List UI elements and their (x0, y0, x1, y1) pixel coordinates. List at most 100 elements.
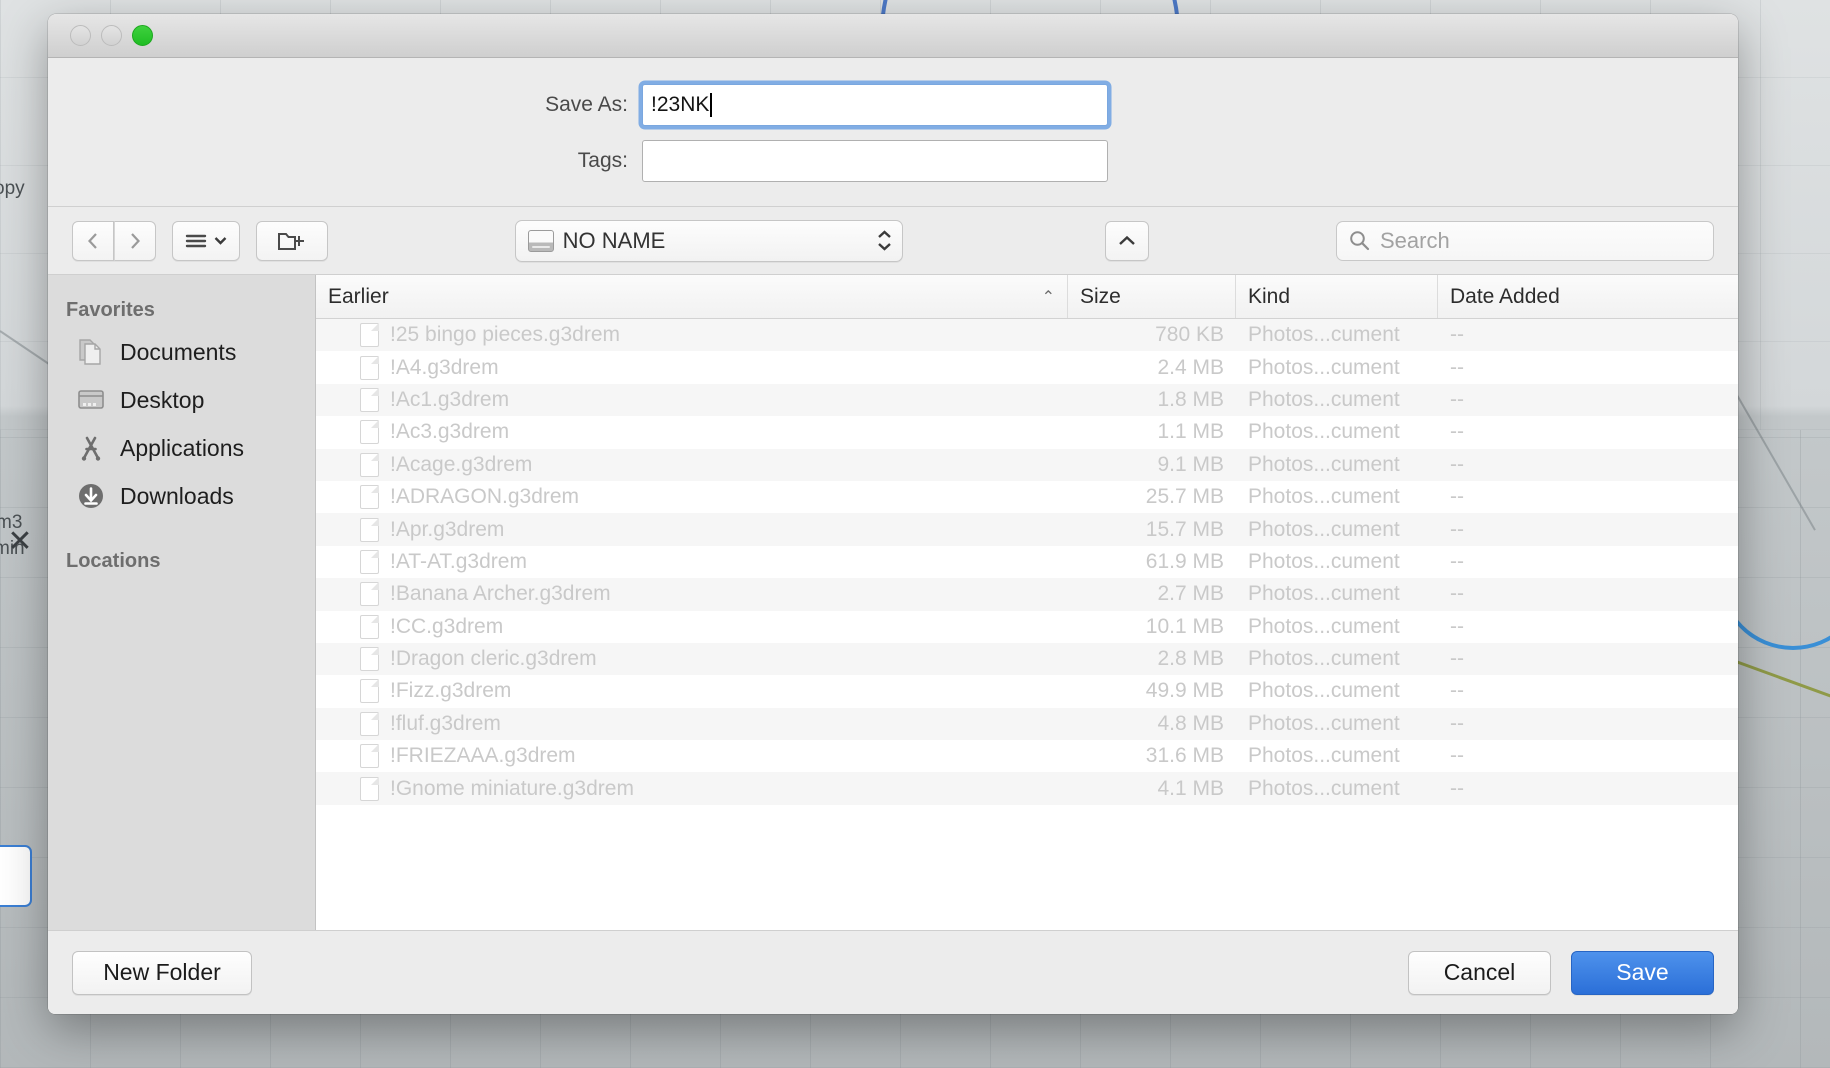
path-popup-button[interactable]: NO NAME (514, 219, 903, 262)
table-row[interactable]: !A4.g3drem 2.4 MB Photos...cument -- (316, 351, 1738, 383)
file-date-added: -- (1450, 452, 1464, 476)
table-row[interactable]: !Ac3.g3drem 1.1 MB Photos...cument -- (316, 416, 1738, 448)
path-popup-label: NO NAME (562, 227, 666, 253)
file-kind: Photos...cument (1248, 387, 1400, 411)
document-icon (360, 387, 379, 412)
file-kind: Photos...cument (1248, 582, 1400, 606)
host-fragment-text-0: opy (0, 178, 25, 199)
table-row[interactable]: !ADRAGON.g3drem 25.7 MB Photos...cument -- (316, 481, 1738, 513)
document-icon (360, 549, 379, 574)
file-size: 61.9 MB (1145, 549, 1224, 573)
save-button[interactable]: Save (1571, 950, 1714, 995)
table-row[interactable]: !Ac1.g3drem 1.8 MB Photos...cument -- (316, 383, 1738, 417)
cancel-button[interactable]: Cancel (1408, 950, 1551, 995)
dialog-body: Favorites Documents Desktop Applications… (48, 274, 1738, 930)
zoom-button[interactable] (132, 25, 153, 46)
file-list-rows: !25 bingo pieces.g3drem 780 KB Photos...cu… (316, 319, 1738, 930)
table-row[interactable]: !Dragon cleric.g3drem 2.8 MB Photos...cume… (316, 642, 1738, 676)
table-row[interactable]: !Banana Archer.g3drem 2.7 MB Photos...cume… (316, 578, 1738, 611)
table-row[interactable]: !25 bingo pieces.g3drem 780 KB Photos...cu… (316, 319, 1738, 352)
applications-icon (76, 433, 106, 463)
chevron-up-icon (1119, 235, 1136, 245)
file-size: 4.1 MB (1157, 776, 1224, 800)
sidebar-item-label: Desktop (120, 386, 205, 413)
table-row[interactable]: !Fizz.g3drem 49.9 MB Photos...cument -- (316, 675, 1738, 707)
table-row[interactable]: !CC.g3drem 10.1 MB Photos...cument -- (316, 611, 1738, 643)
column-header-kind[interactable]: Kind (1236, 275, 1438, 318)
search-placeholder: Search (1379, 227, 1450, 253)
file-name: !fluf.g3drem (390, 711, 501, 735)
file-name-cell: !AT-AT.g3drem (316, 549, 1068, 574)
host-button-fragment[interactable] (0, 845, 32, 907)
table-row[interactable]: !fluf.g3drem 4.8 MB Photos...cument -- (316, 707, 1738, 741)
chevron-right-icon (131, 232, 141, 249)
file-name: !ADRAGON.g3drem (390, 485, 580, 509)
new-folder-icon (278, 232, 304, 250)
sidebar-item-label: Documents (120, 338, 237, 365)
file-name: !Dragon cleric.g3drem (390, 647, 597, 671)
list-view-icon (185, 234, 207, 247)
back-button[interactable] (72, 220, 114, 261)
document-icon (360, 711, 379, 736)
document-icon (360, 582, 379, 607)
browser-toolbar: NO NAME Search (48, 206, 1738, 274)
file-list: Earlier ⌃ Size Kind Date Added !25 bingo… (316, 275, 1738, 930)
file-date-added: -- (1450, 679, 1464, 703)
document-icon (360, 744, 379, 769)
sidebar-item-desktop[interactable]: Desktop (48, 376, 315, 424)
sidebar-item-documents[interactable]: Documents (48, 328, 315, 376)
sidebar-item-label: Applications (120, 434, 245, 461)
column-header-name[interactable]: Earlier ⌃ (316, 275, 1068, 318)
file-date-added: -- (1450, 355, 1464, 379)
minimize-button[interactable] (101, 25, 122, 46)
enclosing-folder-button[interactable] (1105, 220, 1150, 261)
sidebar-item-downloads[interactable]: Downloads (48, 472, 315, 520)
view-options-button[interactable] (172, 220, 240, 261)
file-name: !25 bingo pieces.g3drem (390, 323, 620, 347)
file-date-added: -- (1450, 647, 1464, 671)
file-date-added: -- (1450, 582, 1464, 606)
search-field[interactable]: Search (1335, 220, 1714, 261)
save-as-input[interactable]: !23NK (642, 84, 1108, 126)
file-kind: Photos...cument (1248, 485, 1400, 509)
table-row[interactable]: !Gnome miniature.g3drem 4.1 MB Photos...cu… (316, 772, 1738, 805)
file-size: 10.1 MB (1145, 614, 1224, 638)
search-icon (1350, 231, 1370, 251)
column-header-date-added[interactable]: Date Added (1438, 275, 1738, 318)
new-folder-toolbar-button[interactable] (256, 220, 328, 261)
table-row[interactable]: !Apr.g3drem 15.7 MB Photos...cument -- (316, 513, 1738, 546)
downloads-icon (76, 481, 106, 511)
forward-button[interactable] (114, 220, 156, 261)
document-icon (360, 679, 379, 704)
file-date-added: -- (1450, 549, 1464, 573)
file-name: !Banana Archer.g3drem (390, 582, 611, 606)
file-name: !Fizz.g3drem (390, 679, 512, 703)
document-icon (360, 452, 379, 477)
new-folder-button[interactable]: New Folder (72, 950, 252, 995)
chevron-up-icon (877, 230, 891, 238)
document-icon (360, 647, 379, 672)
save-as-value: !23NK (651, 93, 710, 116)
tags-input[interactable] (642, 140, 1108, 182)
file-name-cell: !Ac3.g3drem (316, 420, 1068, 445)
column-header-size[interactable]: Size (1068, 275, 1236, 318)
file-size: 1.8 MB (1157, 387, 1224, 411)
table-row[interactable]: !Acage.g3drem 9.1 MB Photos...cument -- (316, 448, 1738, 481)
file-name-cell: !Banana Archer.g3drem (316, 582, 1068, 607)
file-size: 25.7 MB (1145, 485, 1224, 509)
file-kind: Photos...cument (1248, 776, 1400, 800)
file-size: 15.7 MB (1145, 517, 1224, 541)
document-icon (360, 517, 379, 542)
document-icon (360, 355, 379, 380)
sidebar-item-applications[interactable]: Applications (48, 424, 315, 472)
file-kind: Photos...cument (1248, 452, 1400, 476)
file-size: 1.1 MB (1157, 420, 1224, 444)
window-titlebar (48, 14, 1738, 58)
host-close-icon[interactable]: ✕ (3, 525, 37, 559)
file-name-cell: !Fizz.g3drem (316, 679, 1068, 704)
table-row[interactable]: !FRIEZAAA.g3drem 31.6 MB Photos...cument -- (316, 740, 1738, 772)
file-date-added: -- (1450, 485, 1464, 509)
close-button[interactable] (70, 25, 91, 46)
table-row[interactable]: !AT-AT.g3drem 61.9 MB Photos...cument -- (316, 546, 1738, 578)
path-stepper[interactable] (877, 230, 892, 251)
